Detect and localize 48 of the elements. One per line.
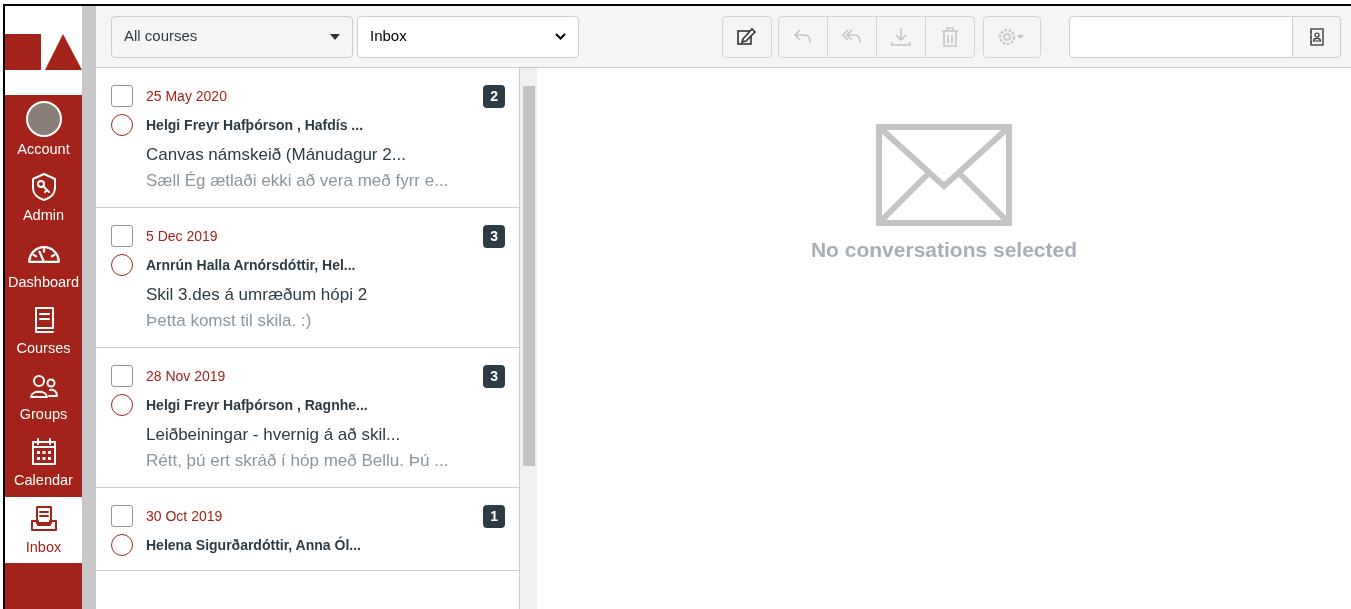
conversation-participants: Helgi Freyr Hafþórson , Hafdís ... — [146, 115, 365, 135]
search-field[interactable] — [1069, 15, 1293, 58]
logo-icon — [5, 31, 82, 70]
conversation-participants: Helgi Freyr Hafþórson , Ragnhe... — [146, 395, 369, 415]
conversation-subject: Leiðbeiningar - hvernig á að skil... — [146, 424, 402, 446]
conversation-subject: Skil 3.des á umræðum hópi 2 — [146, 284, 369, 306]
message-count: 1 — [483, 505, 505, 528]
nav-item[interactable]: Groups — [5, 364, 82, 431]
address-book-icon — [1308, 27, 1325, 46]
nav-item[interactable]: Account — [5, 95, 82, 166]
message-preview: Þetta komst til skila. :) — [146, 309, 313, 332]
gauge-icon — [27, 245, 60, 263]
envelope-icon — [876, 124, 1012, 226]
message-preview: Rétt, þú ert skráð í hóp með Bellu. Þú ... — [146, 449, 450, 472]
conversation-item[interactable]: 25 May 2020 2 Helgi Freyr Hafþórson , Hafdís ... Canvas námskeið (Mánudagur 2... Sæll Ég ætlaði ekki að vera með fyrr e... — [96, 68, 519, 208]
caret-icon — [330, 33, 340, 40]
nav-item[interactable]: Dashboard — [5, 231, 82, 298]
mailbox-dropdown[interactable]: Inbox — [357, 15, 579, 58]
course-filter-dropdown[interactable]: All courses — [111, 15, 353, 58]
message-count: 3 — [483, 225, 505, 248]
conversation-date: 30 Oct 2019 — [146, 507, 224, 526]
empty-state-message: No conversations selected — [810, 237, 1078, 263]
checkbox[interactable] — [111, 225, 133, 247]
avatar-photo-placeholder — [25, 101, 62, 137]
nav-item[interactable]: Courses — [5, 297, 82, 365]
conversation-date: 28 Nov 2019 — [146, 367, 227, 386]
conversation-date: 25 May 2020 — [146, 87, 228, 106]
compose-button[interactable] — [722, 15, 772, 58]
message-preview: Sæll Ég ætlaði ekki að vera með fyrr e... — [146, 169, 450, 192]
checkbox[interactable] — [111, 365, 133, 387]
conversation-participants: Helena Sigurðardóttir, Anna Ól... — [146, 535, 362, 555]
checkbox[interactable] — [111, 505, 133, 527]
conversation-item[interactable]: 28 Nov 2019 3 Helgi Freyr Hafþórson , Ragnhe... Leiðbeiningar - hvernig á að skil... Rétt, þú ert skráð í hóp með Bellu. Þú ... — [96, 348, 519, 488]
conversation-participants: Arnrún Halla Arnórsdóttir, Hel... — [146, 255, 357, 275]
nav-item[interactable]: Inbox — [5, 496, 82, 564]
nav-item[interactable]: Calendar — [5, 430, 82, 497]
message-count: 3 — [483, 365, 505, 388]
scrollbar[interactable] — [82, 6, 96, 609]
chevron-down-icon — [555, 33, 566, 40]
conversation-item[interactable]: 30 Oct 2019 1 Helena Sigurðardóttir, Anna Ól... — [96, 488, 519, 571]
checkbox[interactable] — [111, 85, 133, 107]
conversation-item[interactable]: 5 Dec 2019 3 Arnrún Halla Arnórsdóttir, Hel... Skil 3.des á umræðum hópi 2 Þetta komst til skila. :) — [96, 208, 519, 348]
message-count: 2 — [483, 85, 505, 108]
conversation-subject: Canvas námskeið (Mánudagur 2... — [146, 144, 407, 166]
nav-item[interactable]: Admin — [5, 165, 82, 232]
address-book-button[interactable] — [1293, 15, 1341, 58]
scrollbar[interactable] — [520, 68, 537, 609]
conversation-date: 5 Dec 2019 — [146, 227, 219, 246]
